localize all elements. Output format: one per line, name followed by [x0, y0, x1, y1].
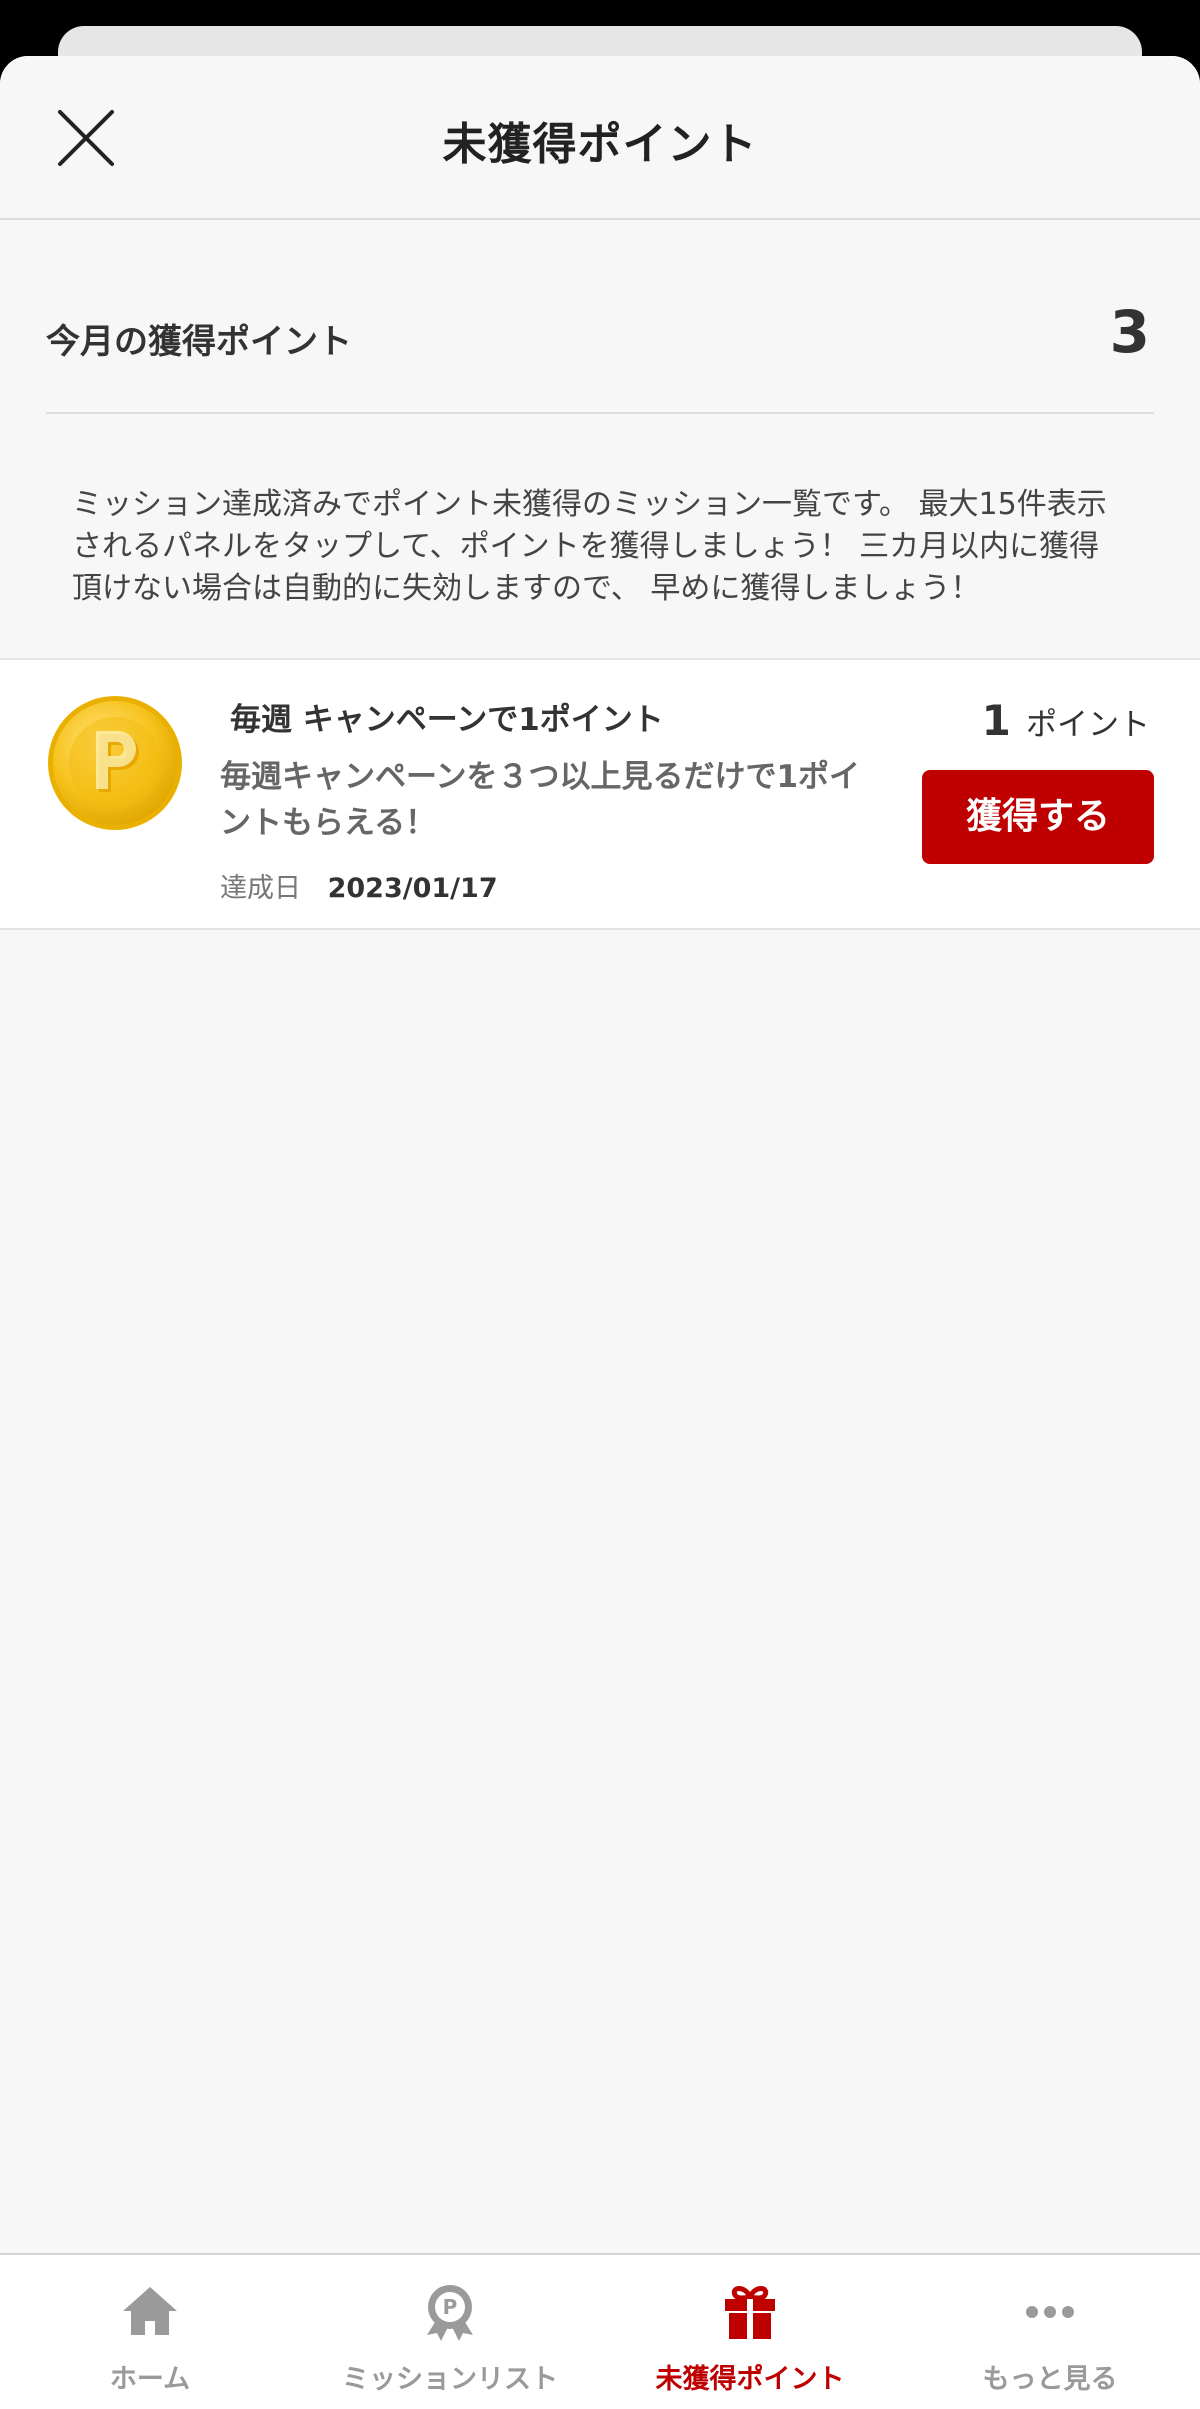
points-unit: ポイント [1026, 707, 1150, 743]
bottom-tab-bar: ホーム P ミッションリスト 未獲得ポイント もっと見る [0, 2253, 1200, 2409]
svg-text:P: P [443, 2295, 458, 2319]
home-icon [123, 2287, 177, 2335]
modal-header: 未獲得ポイント [0, 56, 1200, 220]
achieved-date: 2023/01/17 [327, 873, 498, 904]
monthly-points-value: 3 [1109, 298, 1150, 366]
more-icon [1026, 2306, 1074, 2318]
tab-label-home: ホーム [109, 2364, 191, 2395]
modal-sheet: 未獲得ポイント 今月の獲得ポイント 3 ミッション達成済みでポイント未獲得のミッ… [0, 56, 1200, 2409]
tab-unclaimed-points[interactable]: 未獲得ポイント [600, 2255, 900, 2409]
description-text: ミッション達成済みでポイント未獲得のミッション一覧です。 最大15件表示されるパ… [72, 487, 1107, 606]
tab-label-unclaimed-points: 未獲得ポイント [655, 2364, 845, 2395]
monthly-points-label: 今月の獲得ポイント [46, 322, 352, 362]
coin-icon [48, 696, 182, 830]
tab-label-mission-list: ミッションリスト [342, 2364, 558, 2395]
tab-label-more: もっと見る [982, 2364, 1118, 2395]
claim-points-button[interactable]: 獲得する [922, 770, 1154, 864]
tab-home[interactable]: ホーム [0, 2255, 300, 2409]
mission-card[interactable]: 毎週 キャンペーンで1ポイント 毎週キャンペーンを３つ以上見るだけで1ポイントも… [0, 658, 1200, 930]
monthly-points-summary: 今月の獲得ポイント 3 [46, 220, 1154, 414]
achieved-date-label: 達成日 [220, 873, 301, 904]
tab-more[interactable]: もっと見る [900, 2255, 1200, 2409]
mission-title: 毎週 キャンペーンで1ポイント [230, 702, 664, 738]
mission-date-row: 達成日 2023/01/17 [220, 866, 498, 905]
medal-icon: P [427, 2285, 473, 2341]
gift-icon [725, 2286, 775, 2339]
tab-mission-list[interactable]: P ミッションリスト [300, 2255, 600, 2409]
page-title: 未獲得ポイント [442, 119, 758, 170]
points-value: 1 [981, 696, 1011, 745]
mission-points: 1 ポイント [982, 696, 1150, 745]
mission-description: 毎週キャンペーンを３つ以上見るだけで1ポイントもらえる！ [220, 759, 861, 841]
